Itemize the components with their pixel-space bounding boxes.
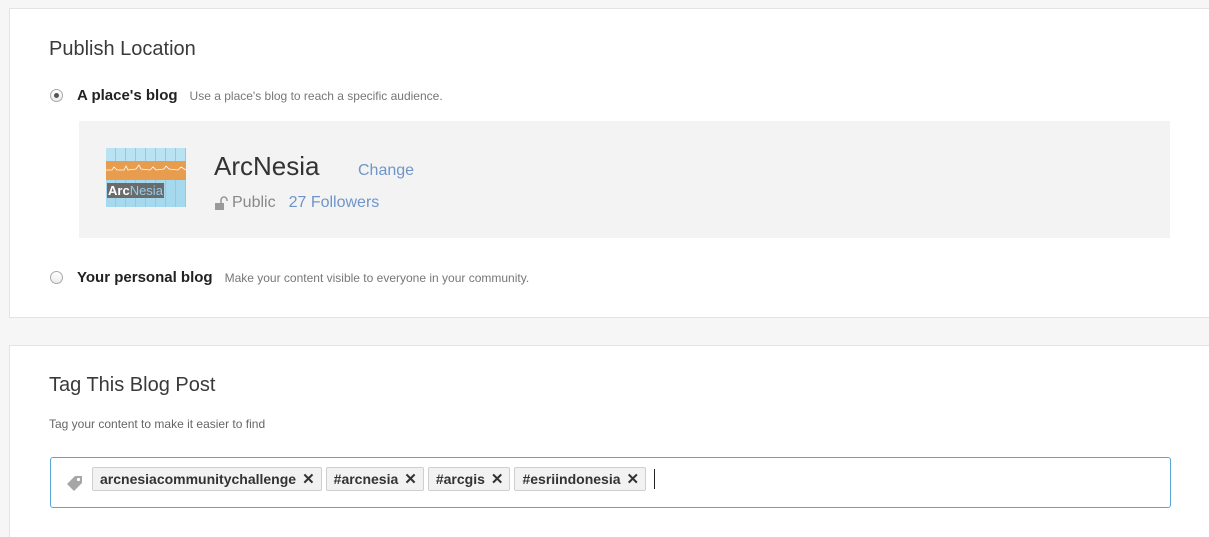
option-personal-blog-label[interactable]: Your personal blog (77, 269, 213, 286)
place-visibility: Public (232, 194, 276, 211)
remove-tag-icon[interactable]: ✕ (491, 470, 504, 488)
tag-section-title: Tag This Blog Post (49, 374, 216, 396)
tag-input[interactable]: arcnesiacommunitychallenge ✕ #arcnesia ✕… (50, 457, 1171, 508)
place-logo-text: ArcNesia (107, 183, 164, 198)
radio-place-blog[interactable] (50, 89, 63, 102)
tag-chip: #esriindonesia ✕ (514, 467, 647, 491)
tag-chip-label: #arcnesia (333, 471, 399, 487)
text-caret[interactable] (654, 469, 656, 489)
place-logo: ArcNesia (106, 148, 186, 207)
place-meta: Public 27 Followers (214, 194, 379, 212)
option-place-blog[interactable]: A place's blog Use a place's blog to rea… (50, 87, 443, 104)
publish-location-card: Publish Location A place's blog Use a pl… (9, 8, 1209, 318)
remove-tag-icon[interactable]: ✕ (627, 470, 640, 488)
tag-icon (67, 476, 82, 491)
option-place-blog-label[interactable]: A place's blog (77, 87, 178, 104)
tag-chip: arcnesiacommunitychallenge ✕ (92, 467, 322, 491)
option-personal-blog-description: Make your content visible to everyone in… (224, 270, 530, 285)
option-place-blog-description: Use a place's blog to reach a specific a… (189, 88, 443, 103)
place-followers-link[interactable]: 27 Followers (289, 194, 380, 212)
lock-open-icon (215, 196, 228, 210)
change-place-link[interactable]: Change (358, 162, 414, 180)
option-personal-blog[interactable]: Your personal blog Make your content vis… (50, 269, 529, 286)
remove-tag-icon[interactable]: ✕ (404, 470, 417, 488)
tag-blog-post-card: Tag This Blog Post Tag your content to m… (9, 345, 1209, 537)
tag-chip-label: arcnesiacommunitychallenge (100, 471, 297, 487)
tag-list: arcnesiacommunitychallenge ✕ #arcnesia ✕… (92, 467, 656, 491)
tag-chip: #arcgis ✕ (427, 467, 511, 491)
tag-chip: #arcnesia ✕ (325, 467, 424, 491)
place-name: ArcNesia (214, 151, 320, 181)
selected-place-panel: ArcNesia ArcNesia Change Public 27 Follo… (79, 121, 1170, 238)
radio-personal-blog[interactable] (50, 271, 63, 284)
tag-chip-label: #arcgis (435, 471, 485, 487)
remove-tag-icon[interactable]: ✕ (302, 470, 315, 488)
tag-help-text: Tag your content to make it easier to fi… (49, 417, 266, 431)
publish-location-title: Publish Location (49, 38, 196, 60)
tag-chip-label: #esriindonesia (522, 471, 621, 487)
